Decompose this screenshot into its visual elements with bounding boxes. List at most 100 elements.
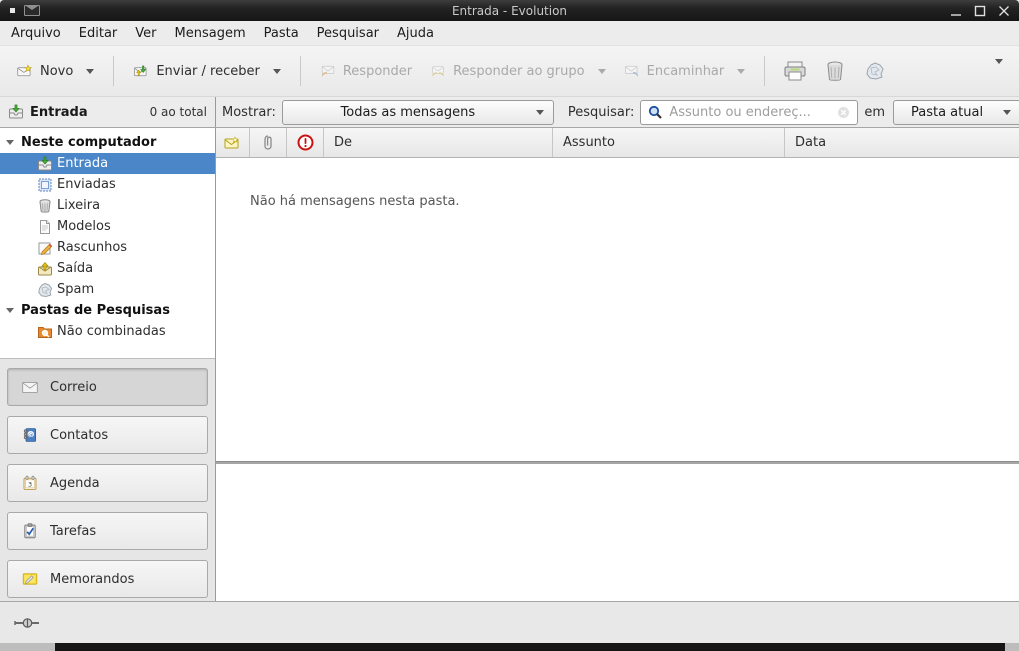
junk-button[interactable] [855, 54, 895, 88]
overflow-caret-icon [995, 59, 1003, 79]
attachment-icon [262, 134, 274, 151]
sidebar-item-nao-combinadas[interactable]: Não combinadas [0, 321, 215, 342]
column-important[interactable] [287, 128, 324, 157]
forward-icon [624, 63, 640, 79]
switcher-correio[interactable]: Correio [7, 368, 208, 406]
search-box [640, 100, 858, 125]
print-icon [783, 60, 807, 82]
message-list-pane: De Assunto Data Não há mensagens nesta p… [216, 128, 1019, 601]
new-dropdown-caret[interactable] [86, 69, 94, 74]
evolution-window: Entrada - Evolution Arquivo Editar Ver M… [0, 0, 1019, 651]
memos-icon [22, 571, 38, 587]
message-filter-dropdown[interactable]: Todas as mensagens [282, 100, 554, 125]
switcher-contatos[interactable]: @ Contatos [7, 416, 208, 454]
clear-search-icon[interactable] [835, 104, 851, 120]
send-receive-button[interactable]: Enviar / receber [124, 57, 290, 85]
folder-message-count: 0 ao total [150, 105, 207, 119]
tree-group-pastas-de-pesquisas[interactable]: Pastas de Pesquisas [0, 300, 215, 321]
window-bottom-edge [0, 643, 1019, 651]
forward-button[interactable]: Encaminhar [615, 57, 755, 85]
menu-ajuda[interactable]: Ajuda [388, 23, 443, 44]
switcher-memorandos[interactable]: Memorandos [7, 560, 208, 598]
window-title: Entrada - Evolution [0, 4, 1019, 18]
menu-arquivo[interactable]: Arquivo [2, 23, 70, 44]
search-icon[interactable] [647, 104, 663, 120]
new-button[interactable]: Novo [8, 57, 103, 85]
toolbar: Novo Enviar / receber [0, 46, 1019, 96]
minimize-button[interactable] [949, 4, 963, 18]
send-receive-dropdown-caret[interactable] [273, 69, 281, 74]
sidebar-item-enviadas[interactable]: Enviadas [0, 174, 215, 195]
forward-dropdown-caret[interactable] [737, 69, 745, 74]
search-input[interactable] [669, 105, 829, 120]
tasks-icon [22, 523, 38, 539]
templates-icon [37, 219, 53, 235]
column-attachment[interactable] [250, 128, 287, 157]
trash-icon [823, 60, 847, 82]
folder-sidebar: Neste computador Entrada [0, 128, 216, 601]
reply-button[interactable]: Responder [311, 57, 421, 85]
menu-pasta[interactable]: Pasta [255, 23, 308, 44]
expander-icon[interactable] [6, 308, 14, 313]
sidebar-item-entrada[interactable]: Entrada [0, 153, 215, 174]
filter-caret-icon [536, 110, 544, 115]
switcher-tarefas[interactable]: Tarefas [7, 512, 208, 550]
tree-group-neste-computador[interactable]: Neste computador [0, 132, 215, 153]
sidebar-item-modelos[interactable]: Modelos [0, 216, 215, 237]
status-bar [0, 601, 1019, 643]
menu-mensagem[interactable]: Mensagem [166, 23, 255, 44]
calendar-icon: 3 [22, 475, 38, 491]
sidebar-item-spam[interactable]: Spam [0, 279, 215, 300]
inbox-icon [8, 104, 24, 120]
sent-icon [37, 177, 53, 193]
outbox-icon [37, 261, 53, 277]
app-envelope-icon [24, 5, 40, 16]
svg-text:3: 3 [28, 481, 32, 489]
message-list-header: De Assunto Data [216, 128, 1019, 158]
sidebar-item-rascunhos[interactable]: Rascunhos [0, 237, 215, 258]
folder-header: Entrada 0 ao total [0, 97, 216, 127]
window-menu-icon[interactable] [10, 8, 15, 13]
column-assunto[interactable]: Assunto [553, 128, 785, 157]
expander-icon[interactable] [6, 140, 14, 145]
delete-button[interactable] [815, 54, 855, 88]
reply-icon [320, 63, 336, 79]
toolbar-overflow-button[interactable] [987, 58, 1011, 85]
folder-title: Entrada [30, 105, 88, 120]
switcher-agenda[interactable]: 3 Agenda [7, 464, 208, 502]
reply-group-button[interactable]: Responder ao grupo [421, 57, 615, 85]
online-status-icon [14, 616, 44, 630]
junk-icon [37, 282, 53, 298]
svg-text:@: @ [28, 433, 34, 439]
sidebar-item-saida[interactable]: Saída [0, 258, 215, 279]
column-message-status[interactable] [216, 128, 250, 157]
online-status-button[interactable] [12, 611, 46, 635]
pesquisar-label: Pesquisar: [568, 105, 635, 120]
view-switcher: Correio @ Contatos [0, 358, 215, 601]
drafts-icon [37, 240, 53, 256]
sidebar-item-lixeira[interactable]: Lixeira [0, 195, 215, 216]
menu-editar[interactable]: Editar [70, 23, 127, 44]
important-icon [297, 134, 314, 151]
message-preview-pane [216, 464, 1019, 601]
maximize-button[interactable] [973, 4, 987, 18]
mostrar-label: Mostrar: [222, 105, 276, 120]
search-scope-dropdown[interactable]: Pasta atual [893, 100, 1019, 125]
titlebar: Entrada - Evolution [0, 0, 1019, 21]
column-de[interactable]: De [324, 128, 553, 157]
inbox-icon [37, 156, 53, 172]
message-list-area[interactable]: Não há mensagens nesta pasta. [216, 158, 1019, 461]
menu-ver[interactable]: Ver [126, 23, 165, 44]
menu-pesquisar[interactable]: Pesquisar [308, 23, 388, 44]
close-button[interactable] [997, 4, 1011, 18]
print-button[interactable] [775, 54, 815, 88]
folder-tree: Neste computador Entrada [0, 128, 215, 358]
menubar: Arquivo Editar Ver Mensagem Pasta Pesqui… [0, 21, 1019, 46]
scope-caret-icon [1003, 110, 1011, 115]
filter-bar: Entrada 0 ao total Mostrar: Todas as men… [0, 96, 1019, 128]
reply-group-dropdown-caret[interactable] [598, 69, 606, 74]
column-data[interactable]: Data [785, 128, 1019, 157]
send-receive-icon [133, 63, 149, 79]
mail-icon [22, 379, 38, 395]
reply-group-icon [430, 63, 446, 79]
